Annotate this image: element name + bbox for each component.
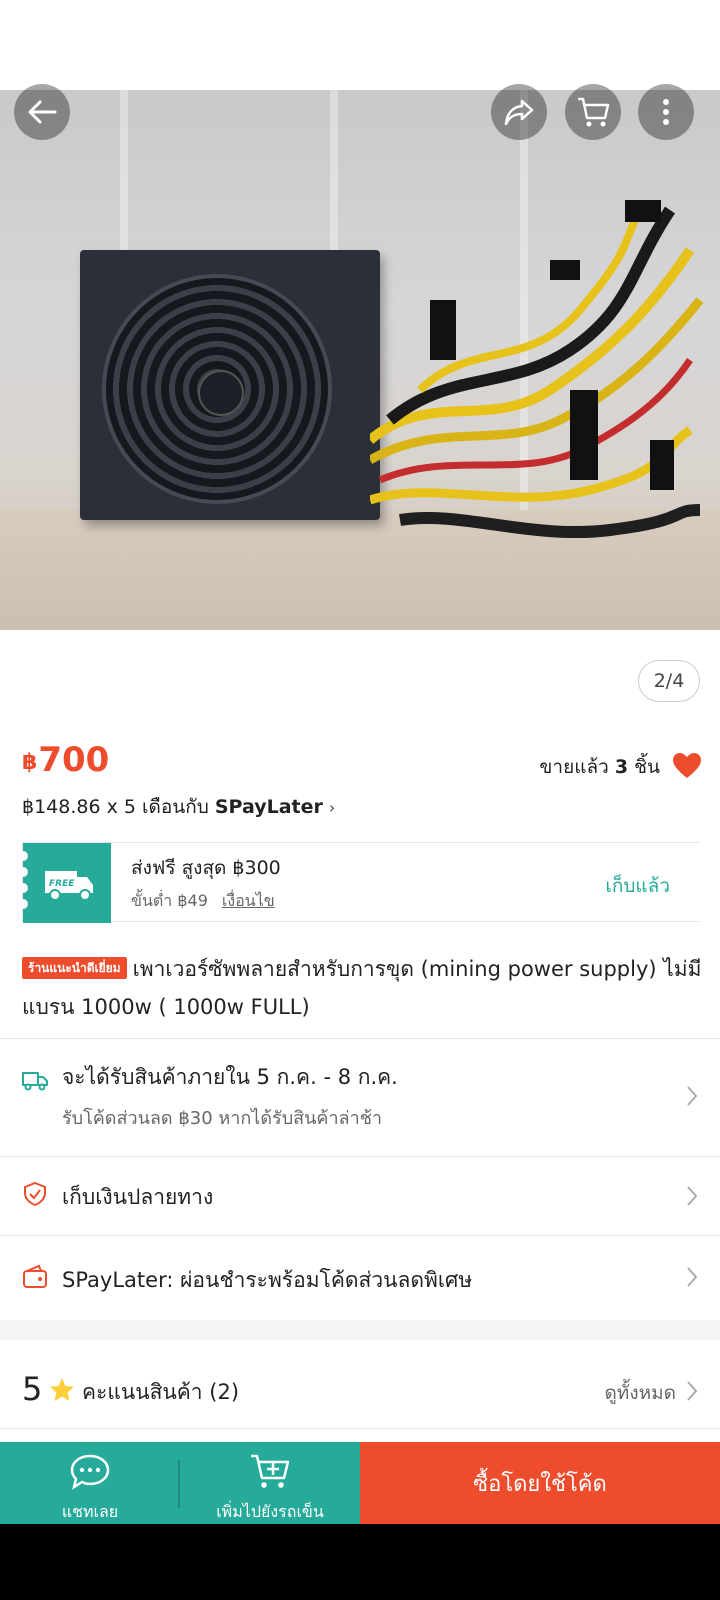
chat-bubble-icon — [70, 1454, 110, 1490]
power-supply-unit — [80, 250, 380, 520]
voucher-subtitle: ขั้นต่ำ ฿49 เงื่อนไข — [131, 889, 275, 914]
chevron-right-icon — [687, 1186, 698, 1206]
share-button[interactable] — [491, 84, 547, 140]
sold-prefix: ขายแล้ว — [539, 756, 609, 778]
chat-button[interactable]: แชทเลย — [0, 1442, 180, 1524]
sold-suffix: ชิ้น — [634, 756, 660, 778]
voucher-conditions-link[interactable]: เงื่อนไข — [222, 891, 275, 910]
fan-grill — [102, 274, 332, 504]
cart-button[interactable] — [565, 84, 621, 140]
free-shipping-voucher[interactable]: FREE ส่งฟรี สูงสุด ฿300 ขั้นต่ำ ฿49 เงื่อ… — [18, 842, 700, 923]
price-row: ฿700 ขายแล้ว 3 ชิ้น — [22, 740, 702, 790]
voucher-title: ส่งฟรี สูงสุด ฿300 — [131, 857, 281, 879]
voucher-notch — [18, 867, 28, 877]
star-icon — [50, 1378, 74, 1401]
price-amount: 700 — [38, 740, 110, 780]
voucher-notch — [18, 899, 28, 909]
chevron-right-icon — [687, 1267, 698, 1287]
back-arrow-icon — [28, 100, 57, 124]
add-to-cart-label: เพิ่มไปยังรถเข็น — [216, 1502, 324, 1521]
late-delivery-voucher-note: รับโค้ดส่วนลด ฿30 หากได้รับสินค้าล่าช้า — [62, 1108, 383, 1129]
product-title: ร้านแนะนำดีเยี่ยม เพาเวอร์ซัพพลายสำหรับกา… — [22, 950, 702, 1026]
add-to-cart-icon — [251, 1454, 290, 1488]
delivery-estimate: จะได้รับสินค้าภายใน 5 ก.ค. - 8 ก.ค. — [62, 1065, 398, 1089]
free-badge-text: FREE — [49, 879, 75, 889]
voucher-notch — [18, 883, 28, 893]
installment-text: ฿148.86 x 5 เดือนกับ — [22, 796, 209, 818]
rating-score: 5 — [22, 1370, 43, 1408]
buy-with-voucher-button[interactable]: ซื้อโดยใช้โค้ด — [360, 1442, 720, 1524]
voucher-min-spend: ขั้นต่ำ ฿49 — [131, 891, 208, 910]
preferred-shop-badge: ร้านแนะนำดีเยี่ยม — [22, 957, 127, 979]
product-screen: 2/4 ฿700 ขายแล้ว 3 ชิ้น ฿148.86 x 5 เดือ… — [0, 0, 720, 1524]
product-image[interactable] — [0, 90, 720, 630]
chevron-right-icon — [687, 1381, 698, 1401]
psu-cables — [370, 200, 704, 539]
shield-check-icon — [24, 1181, 46, 1207]
cod-label: เก็บเงินปลายทาง — [62, 1185, 214, 1209]
shipping-row[interactable]: จะได้รับสินค้าภายใน 5 ก.ค. - 8 ก.ค. รับโ… — [0, 1039, 720, 1156]
back-button[interactable] — [14, 84, 70, 140]
divider — [0, 1428, 720, 1429]
voucher-claimed-button[interactable]: เก็บแล้ว — [605, 871, 670, 901]
spaylater-label: SPayLater: ผ่อนชำระพร้อมโค้ดส่วนลดพิเศษ — [62, 1268, 473, 1292]
fan-hub — [198, 370, 244, 416]
rating-label: คะแนนสินค้า (2) — [82, 1380, 240, 1404]
cod-row[interactable]: เก็บเงินปลายทาง — [0, 1157, 720, 1235]
price: ฿700 — [22, 740, 109, 780]
more-vertical-icon — [663, 99, 669, 125]
heart-icon[interactable] — [672, 752, 702, 780]
installment-link[interactable]: ฿148.86 x 5 เดือนกับ SPayLater › — [22, 792, 335, 822]
add-to-cart-button[interactable]: เพิ่มไปยังรถเข็น — [180, 1442, 360, 1524]
chevron-right-icon: › — [328, 798, 336, 817]
chat-label: แชทเลย — [61, 1502, 119, 1521]
installment-brand: SPayLater — [214, 796, 323, 818]
sold-count: ขายแล้ว 3 ชิ้น — [539, 752, 660, 782]
status-bar — [0, 0, 720, 90]
bottom-action-bar: แชทเลย เพิ่มไปยังรถเข็น ซื้อโดยใช้โค้ด — [0, 1442, 720, 1524]
sold-number: 3 — [614, 756, 629, 778]
delivery-truck-icon — [22, 1072, 48, 1091]
cart-icon — [578, 97, 610, 127]
see-all-ratings-link[interactable]: ดูทั้งหมด — [604, 1378, 676, 1408]
share-icon — [504, 99, 534, 126]
image-page-indicator: 2/4 — [638, 660, 700, 702]
more-button[interactable] — [638, 84, 694, 140]
wallet-icon — [23, 1264, 47, 1288]
section-divider — [0, 1320, 720, 1340]
currency-symbol: ฿ — [22, 750, 38, 775]
voucher-notch — [18, 851, 28, 861]
free-delivery-truck-icon: FREE — [45, 871, 93, 901]
spaylater-row[interactable]: SPayLater: ผ่อนชำระพร้อมโค้ดส่วนลดพิเศษ — [0, 1236, 720, 1320]
chevron-right-icon — [687, 1086, 698, 1106]
voucher-icon-panel: FREE — [18, 843, 111, 923]
